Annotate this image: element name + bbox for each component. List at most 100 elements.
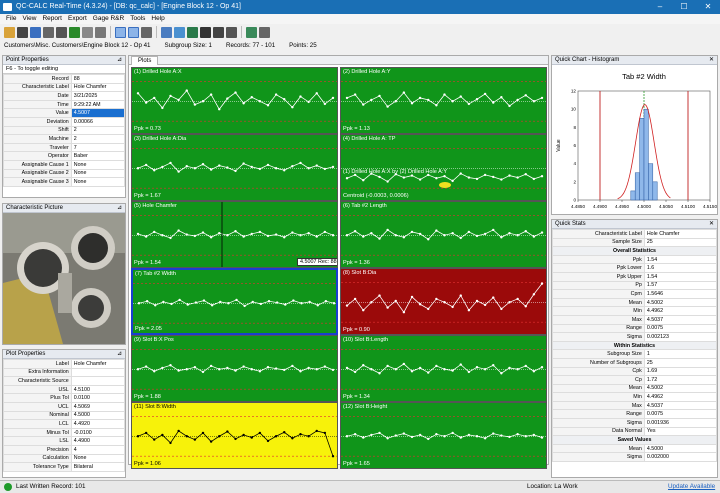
control-chart-12[interactable]: (12) Slot B:Height Ppk = 1.65: [340, 402, 547, 469]
property-value[interactable]: 4.4900: [70, 436, 125, 446]
print-icon[interactable]: [17, 26, 28, 38]
control-chart-2[interactable]: (2) Drilled Hole A:Y Ppk = 1.13: [340, 67, 547, 134]
property-value[interactable]: [70, 367, 125, 378]
property-value[interactable]: 4: [70, 444, 125, 455]
property-value[interactable]: 4.5100: [70, 384, 125, 395]
control-chart-6[interactable]: (6) Tab #2 Length Ppk = 1.36: [340, 201, 547, 268]
control-chart-11[interactable]: (11) Slot B:Width Ppk = 1.06: [131, 402, 338, 469]
control-chart-3[interactable]: (3) Drilled Hole A:Dia Ppk = 1.67: [131, 134, 338, 201]
property-row[interactable]: Date 3/21/2025: [3, 91, 125, 101]
control-chart-10[interactable]: (10) Slot B:Length Ppk = 1.34: [340, 335, 547, 402]
property-value[interactable]: 0.00066: [70, 116, 125, 127]
property-row[interactable]: Precision 4: [3, 444, 125, 455]
tab-plots[interactable]: Plots: [131, 56, 159, 65]
property-row[interactable]: Record 88: [3, 74, 125, 84]
check-icon[interactable]: [69, 26, 80, 38]
control-chart-9[interactable]: (9) Slot B:X Pos Ppk = 1.88: [131, 335, 338, 402]
property-value[interactable]: [70, 376, 125, 386]
lock-icon[interactable]: [56, 26, 67, 38]
property-row[interactable]: Operator Baber: [3, 151, 125, 161]
exit-icon[interactable]: [259, 26, 270, 38]
menu-export[interactable]: Export: [68, 14, 87, 24]
menu-view[interactable]: View: [22, 14, 36, 24]
property-row[interactable]: Nominal 4.5000: [3, 410, 125, 421]
property-value[interactable]: 2: [70, 125, 125, 136]
picture-icon[interactable]: [174, 26, 185, 38]
property-value[interactable]: 88: [70, 74, 125, 84]
histogram-icon[interactable]: [187, 26, 198, 38]
property-row[interactable]: Tolerance Type Bilateral: [3, 462, 125, 472]
property-value[interactable]: None: [70, 177, 125, 187]
property-row[interactable]: Plus Tol 0.0100: [3, 393, 125, 403]
property-value[interactable]: None: [70, 453, 125, 464]
property-row[interactable]: Assignable Cause 2 None: [3, 168, 125, 179]
property-value[interactable]: 2: [70, 134, 125, 144]
property-value[interactable]: 4.5069: [70, 401, 125, 412]
property-value[interactable]: -0.0100: [70, 427, 125, 438]
pause-icon[interactable]: [200, 26, 211, 38]
property-row[interactable]: USL 4.5100: [3, 384, 125, 395]
property-row[interactable]: Characteristic Source: [3, 376, 125, 386]
property-row[interactable]: Calculation None: [3, 453, 125, 464]
property-value[interactable]: Hole Chamfer: [70, 82, 125, 93]
minimize-icon[interactable]: –: [648, 0, 672, 14]
control-chart-7[interactable]: (7) Tab #2 Width Ppk = 2.05: [131, 268, 338, 335]
property-row[interactable]: Extra Information: [3, 367, 125, 378]
close-icon[interactable]: ✕: [696, 0, 720, 14]
export-icon[interactable]: [43, 26, 54, 38]
property-value[interactable]: None: [70, 168, 125, 179]
property-row[interactable]: Shift 2: [3, 125, 125, 136]
close-icon[interactable]: ✕: [709, 220, 714, 229]
property-row[interactable]: LSL 4.4900: [3, 436, 125, 446]
property-row[interactable]: LCL 4.4920: [3, 419, 125, 429]
run-icon[interactable]: [246, 26, 257, 38]
pin-icon[interactable]: ⊿: [117, 56, 122, 65]
grid-view-icon[interactable]: [128, 26, 139, 38]
property-row[interactable]: Traveler 7: [3, 142, 125, 153]
table-icon[interactable]: [161, 26, 172, 38]
property-value[interactable]: 4.4920: [70, 419, 125, 429]
property-value[interactable]: None: [70, 159, 125, 170]
property-row[interactable]: Label Hole Chamfer: [3, 359, 125, 369]
menu-file[interactable]: File: [6, 14, 16, 24]
property-value[interactable]: Hole Chamfer: [70, 359, 125, 369]
window-icon[interactable]: [226, 26, 237, 38]
menu-help[interactable]: Help: [151, 14, 164, 24]
settings-icon[interactable]: [82, 26, 93, 38]
control-chart-8[interactable]: (8) Slot B:Dia Ppk = 0.90: [340, 268, 547, 335]
control-chart-1[interactable]: (1) Drilled Hole A:X Ppk = 0.73: [131, 67, 338, 134]
property-row[interactable]: Time 9:29:22 AM: [3, 99, 125, 110]
property-value[interactable]: 4.5007: [70, 108, 125, 118]
property-value[interactable]: 9:29:22 AM: [70, 99, 125, 110]
property-row[interactable]: UCL 4.5069: [3, 401, 125, 412]
list-icon[interactable]: [95, 26, 106, 38]
property-row[interactable]: Characteristic Label Hole Chamfer: [3, 82, 125, 93]
menu-gage-rr[interactable]: Gage R&R: [93, 14, 124, 24]
control-chart-5[interactable]: (5) Hole Chamfer Ppk = 1.54 4.5007 Rec: 88: [131, 201, 338, 268]
property-value[interactable]: 0.0100: [70, 393, 125, 403]
chart-view-icon[interactable]: [115, 26, 126, 38]
save-icon[interactable]: [30, 26, 41, 38]
property-row[interactable]: Assignable Cause 3 None: [3, 177, 125, 187]
property-row[interactable]: Minus Tol -0.0100: [3, 427, 125, 438]
wrench-icon[interactable]: [213, 26, 224, 38]
menu-report[interactable]: Report: [42, 14, 62, 24]
property-row[interactable]: Assignable Cause 1 None: [3, 159, 125, 170]
update-link[interactable]: Update Available: [668, 481, 715, 493]
property-value[interactable]: 4.5000: [70, 410, 125, 421]
maximize-icon[interactable]: ☐: [672, 0, 696, 14]
close-icon[interactable]: ✕: [709, 56, 714, 65]
property-value[interactable]: 7: [70, 142, 125, 153]
property-row[interactable]: Value 4.5007: [3, 108, 125, 118]
property-value[interactable]: Bilateral: [70, 462, 125, 472]
control-chart-4[interactable]: (4) Drilled Hole A: TP (1) Drilled Hole A…: [340, 134, 547, 201]
pin-icon[interactable]: ⊿: [117, 204, 122, 213]
pin-icon[interactable]: ⊿: [117, 350, 122, 359]
property-row[interactable]: Deviation 0.00066: [3, 116, 125, 127]
open-folder-icon[interactable]: [4, 26, 15, 38]
menu-tools[interactable]: Tools: [130, 14, 145, 24]
property-row[interactable]: Machine 2: [3, 134, 125, 144]
property-value[interactable]: Baber: [70, 151, 125, 161]
filter-icon[interactable]: [141, 26, 152, 38]
property-value[interactable]: 3/21/2025: [70, 91, 125, 101]
